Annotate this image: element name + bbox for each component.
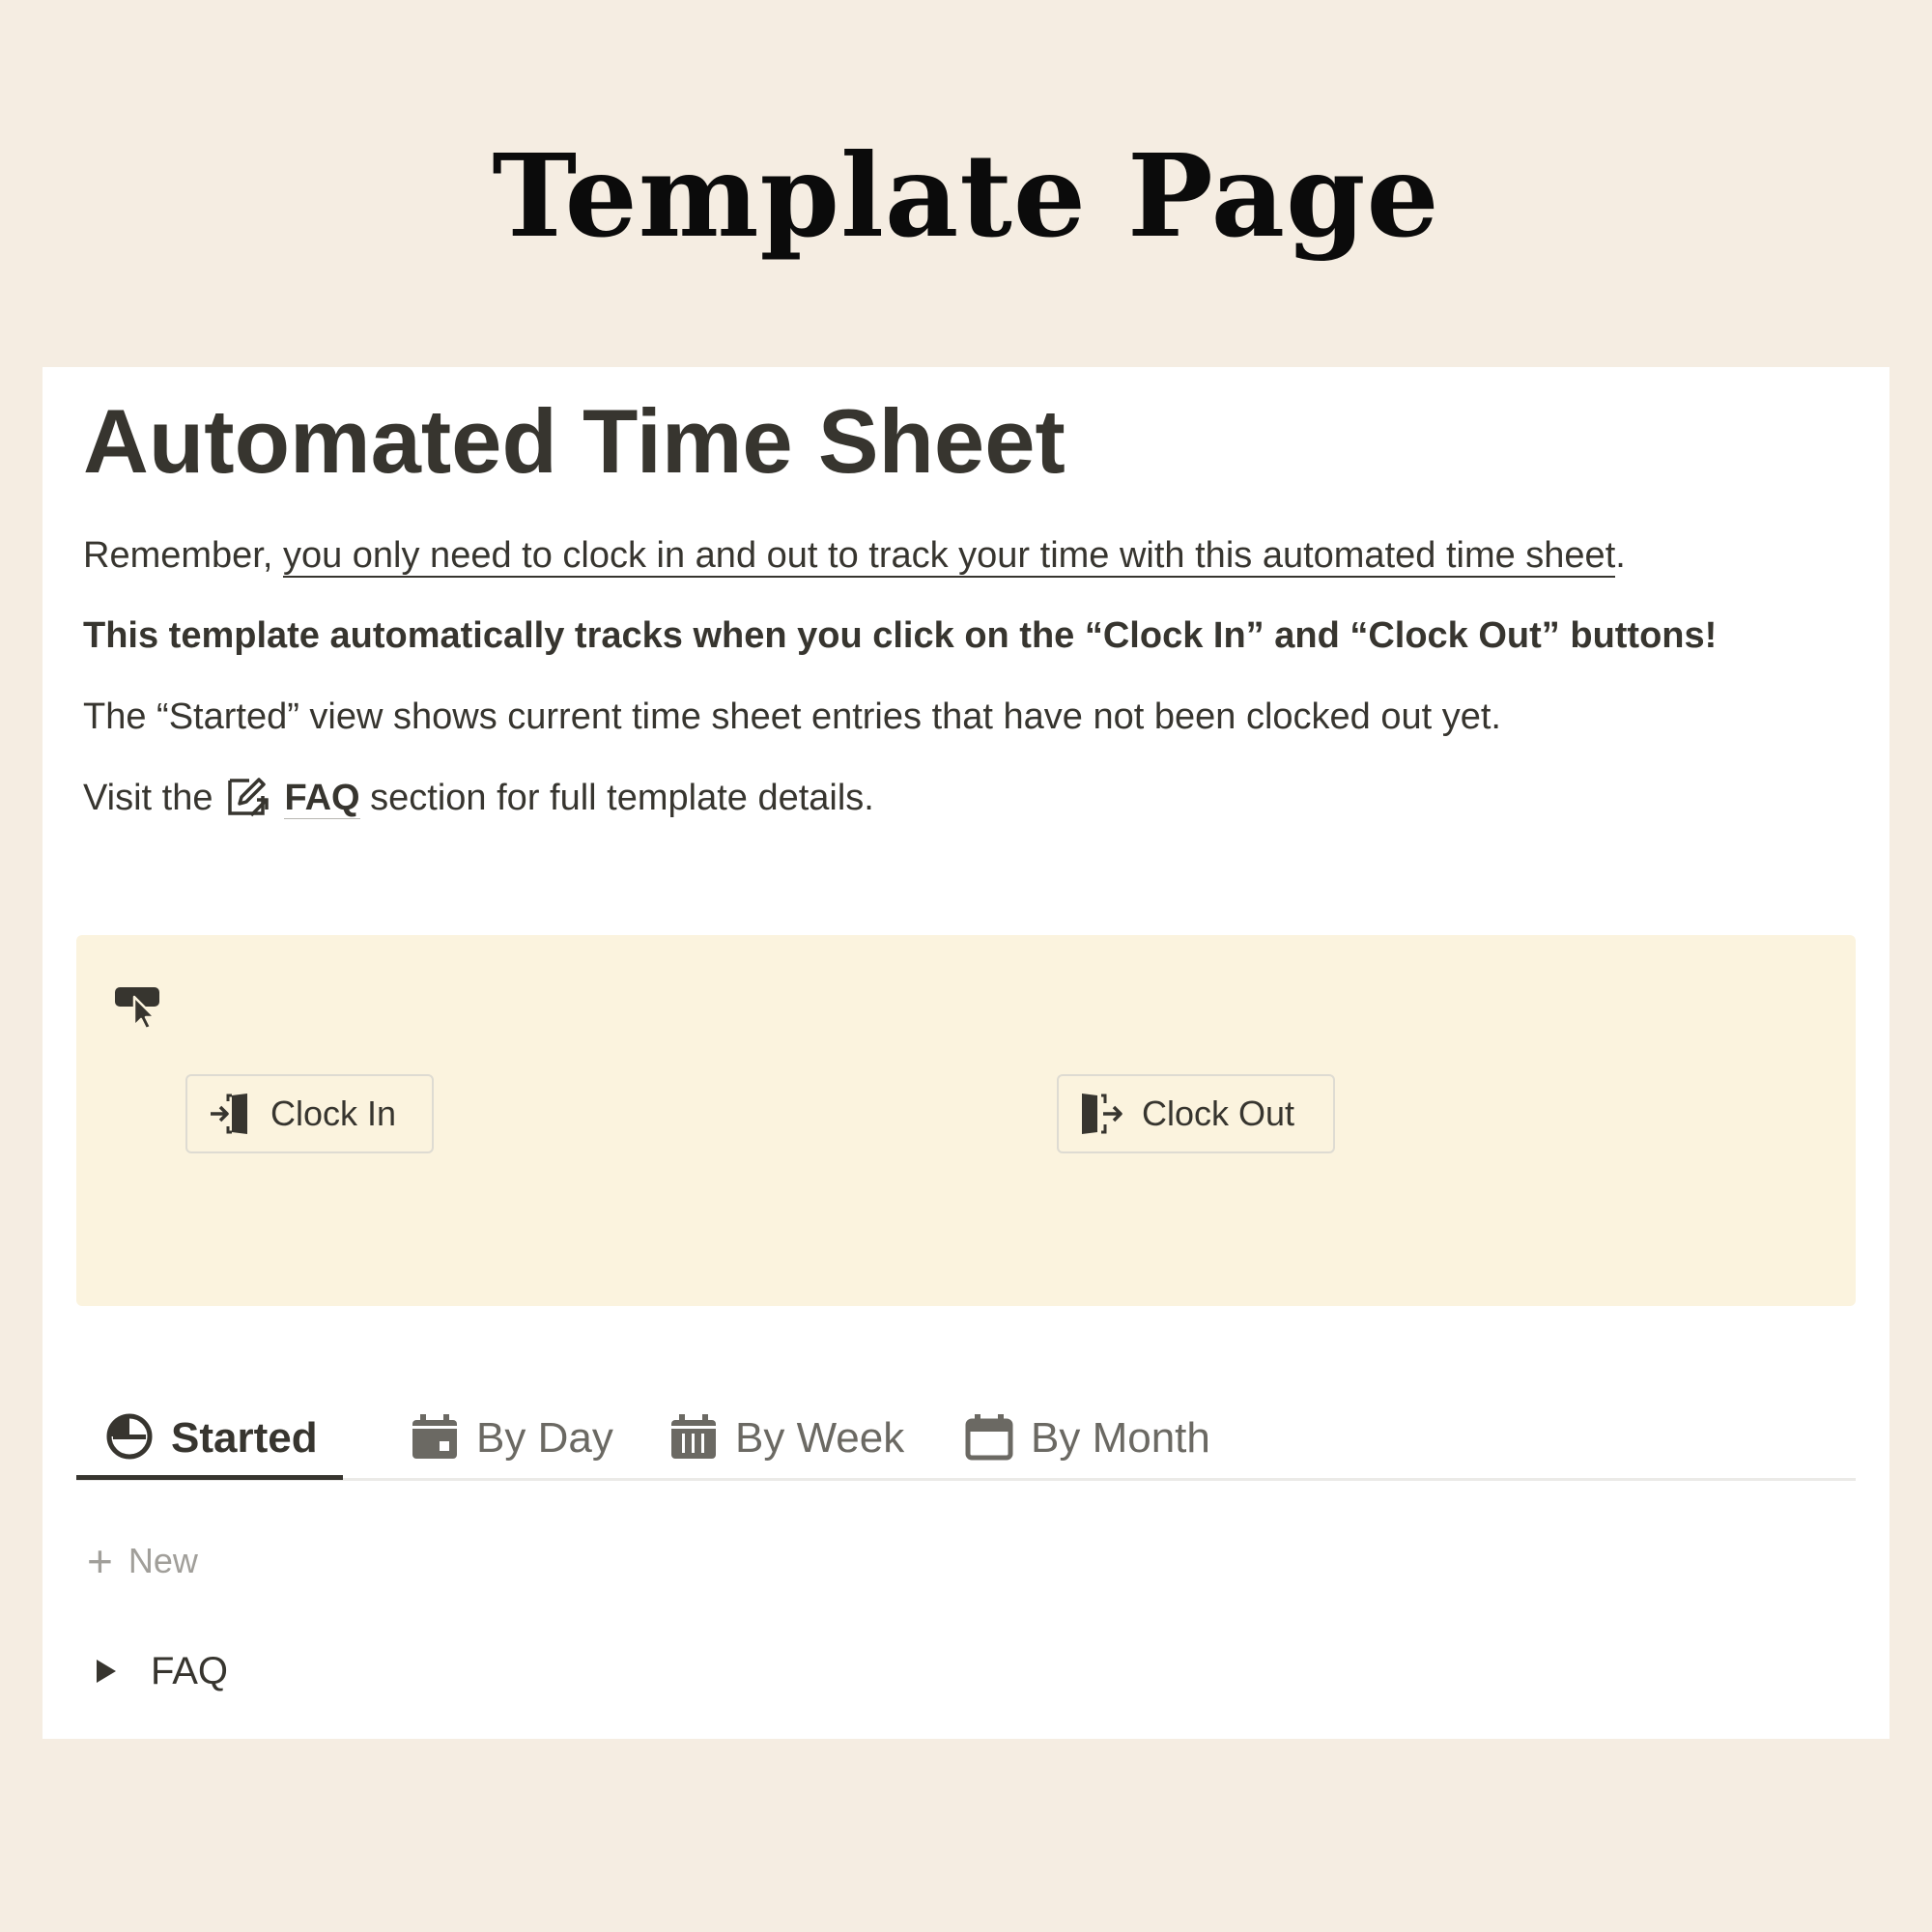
pointer-hand-icon	[113, 983, 163, 1031]
faq-toggle-label: FAQ	[151, 1649, 229, 1692]
new-entry-label: New	[128, 1541, 198, 1580]
tab-by-week-label: By Week	[735, 1414, 905, 1462]
faq-paragraph-prefix: Visit the	[83, 778, 213, 818]
page-title: Automated Time Sheet	[83, 390, 1065, 492]
login-icon	[211, 1094, 247, 1134]
tab-by-week[interactable]: By Week	[669, 1408, 904, 1478]
clock-in-button[interactable]: Clock In	[185, 1074, 434, 1153]
faq-paragraph-suffix: section for full template details.	[359, 778, 874, 818]
plus-icon: +	[87, 1536, 113, 1586]
reminder-underlined-text: you only need to clock in and out to tra…	[282, 535, 1616, 578]
tab-by-month[interactable]: By Month	[965, 1408, 1210, 1478]
clock-icon	[106, 1413, 153, 1460]
faq-link[interactable]: FAQ	[284, 778, 360, 819]
tab-by-month-label: By Month	[1031, 1414, 1210, 1462]
tab-started-label: Started	[171, 1414, 318, 1462]
view-tabs: Started By Day By Week By Month	[76, 1408, 1856, 1481]
active-tab-indicator	[76, 1475, 343, 1480]
tab-by-day[interactable]: By Day	[411, 1408, 613, 1478]
faq-paragraph: Visit the FAQ section for full template …	[83, 773, 874, 822]
clock-out-button[interactable]: Clock Out	[1057, 1074, 1335, 1153]
banner-title: Template Page	[492, 128, 1440, 263]
reminder-paragraph: Remember, you only need to clock in and …	[83, 531, 1626, 580]
toggle-triangle-icon[interactable]	[97, 1660, 116, 1683]
edit-page-icon[interactable]	[224, 773, 270, 819]
instruction-paragraph: This template automatically tracks when …	[83, 615, 1718, 656]
tab-started[interactable]: Started	[105, 1408, 318, 1478]
tab-by-day-label: By Day	[476, 1414, 613, 1462]
clock-in-label: Clock In	[270, 1094, 397, 1133]
reminder-prefix: Remember,	[83, 535, 283, 576]
calendar-week-icon	[671, 1414, 716, 1459]
reminder-suffix: .	[1615, 535, 1626, 576]
new-entry-button[interactable]: + New	[87, 1534, 198, 1588]
notion-page: Automated Time Sheet Remember, you only …	[43, 367, 1889, 1739]
calendar-month-icon	[965, 1414, 1013, 1461]
callout-block: Clock In Clock Out	[76, 935, 1856, 1306]
faq-toggle[interactable]: FAQ	[97, 1644, 228, 1698]
logout-icon	[1082, 1094, 1122, 1134]
clock-out-label: Clock Out	[1142, 1094, 1295, 1133]
started-view-paragraph: The “Started” view shows current time sh…	[83, 696, 1501, 737]
calendar-day-icon	[412, 1414, 457, 1459]
